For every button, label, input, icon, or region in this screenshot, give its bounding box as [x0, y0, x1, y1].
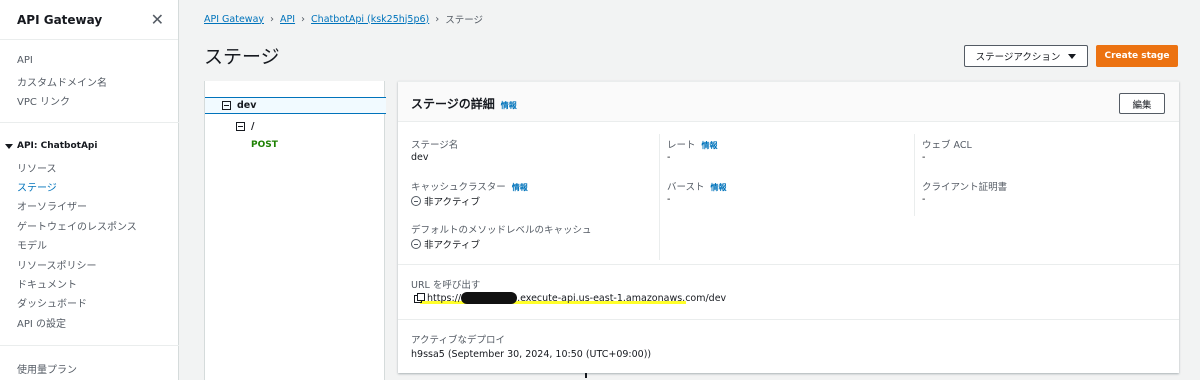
sidebar-title: API Gateway	[17, 12, 103, 27]
stage-actions-button[interactable]: ステージアクション	[964, 45, 1088, 67]
close-icon[interactable]: ✕	[151, 11, 164, 28]
sidebar-divider	[0, 122, 179, 123]
chevron-right-icon: ›	[301, 13, 306, 25]
breadcrumb: API Gateway › API › ChatbotApi (ksk25hj5…	[204, 12, 484, 27]
sidebar-group-api[interactable]: API: ChatbotApi	[5, 141, 97, 151]
tree-node-method[interactable]: POST	[251, 140, 278, 150]
info-link[interactable]: 情報	[711, 183, 727, 192]
column-divider	[914, 134, 915, 216]
rate-label-text: レート	[667, 140, 696, 151]
stage-name-label: ステージ名	[411, 140, 459, 151]
tree-node-stage[interactable]: dev	[222, 100, 256, 111]
sidebar-group-title: API: ChatbotApi	[17, 141, 98, 151]
cache-cluster-label-text: キャッシュクラスター	[411, 182, 506, 193]
invoke-url-row: https:// .execute-api.us-east-1.amazonaw…	[414, 292, 726, 304]
web-acl-label: ウェブ ACL	[922, 140, 972, 151]
edit-button[interactable]: 編集	[1119, 93, 1165, 114]
sidebar: API Gateway ✕ API カスタムドメイン名 VPC リンク API:…	[0, 0, 179, 380]
sidebar-header: API Gateway ✕	[0, 0, 178, 40]
stage-details-header: ステージの詳細 情報 編集	[398, 82, 1179, 122]
cache-cluster-value: 非アクティブ	[411, 194, 480, 208]
sidebar-item-api-settings[interactable]: API の設定	[17, 315, 66, 330]
sidebar-divider	[0, 345, 179, 346]
sidebar-item-api[interactable]: API	[17, 55, 33, 66]
sidebar-item-vpc-links[interactable]: VPC リンク	[17, 93, 70, 108]
sidebar-item-stages[interactable]: ステージ	[17, 179, 57, 194]
collapse-icon[interactable]	[236, 122, 245, 131]
stage-details-title-text: ステージの詳細	[411, 97, 495, 111]
stage-details-panel: ステージの詳細 情報 編集 ステージ名 dev キャッシュクラスター 情報 非アクテ…	[398, 81, 1179, 373]
caret-down-icon	[1068, 53, 1077, 59]
page-title: ステージ	[204, 46, 280, 68]
sidebar-item-authorizers[interactable]: オーソライザー	[17, 198, 87, 213]
section-divider	[398, 264, 1179, 265]
sidebar-item-custom-domains[interactable]: カスタムドメイン名	[17, 74, 107, 89]
breadcrumb-chatbotapi[interactable]: ChatbotApi (ksk25hj5p6)	[311, 14, 429, 25]
caret-down-icon	[5, 143, 13, 149]
burst-value: -	[667, 194, 671, 205]
client-cert-label: クライアント証明書	[922, 182, 1008, 193]
chevron-right-icon: ›	[270, 13, 275, 25]
rate-value: -	[667, 152, 671, 163]
stage-actions-label: ステージアクション	[975, 52, 1061, 63]
sidebar-item-models[interactable]: モデル	[17, 237, 47, 252]
burst-label-text: バースト	[667, 182, 705, 193]
invoke-url-label: URL を呼び出す	[411, 280, 481, 291]
collapse-icon[interactable]	[222, 101, 231, 110]
tree-stage-label: dev	[237, 100, 257, 111]
cache-cluster-label: キャッシュクラスター 情報	[411, 179, 528, 193]
stage-details-title: ステージの詳細 情報	[411, 95, 517, 112]
breadcrumb-current: ステージ	[445, 15, 484, 26]
active-deployment-label: アクティブなデプロイ	[411, 335, 505, 346]
sidebar-item-dashboard[interactable]: ダッシュボード	[17, 295, 87, 310]
redaction-mark	[461, 292, 518, 304]
section-divider	[398, 319, 1179, 320]
rate-label: レート 情報	[667, 137, 718, 151]
copy-icon[interactable]	[414, 293, 425, 303]
info-link[interactable]: 情報	[702, 141, 718, 150]
stage-name-value: dev	[411, 152, 429, 163]
invoke-url-suffix[interactable]: .execute-api.us-east-1.amazonaws.com/dev	[517, 293, 726, 304]
sidebar-item-documentation[interactable]: ドキュメント	[17, 276, 77, 291]
client-cert-value: -	[922, 194, 926, 205]
sidebar-item-gateway-responses[interactable]: ゲートウェイのレスポンス	[17, 218, 137, 233]
create-stage-button[interactable]: Create stage	[1096, 45, 1178, 67]
status-inactive-icon	[411, 239, 421, 249]
active-deployment-value: h9ssa5 (September 30, 2024, 10:50 (UTC+0…	[411, 349, 652, 360]
tree-resource-label: /	[251, 121, 255, 132]
sidebar-item-usage-plans[interactable]: 使用量プラン	[17, 361, 77, 376]
method-cache-value: 非アクティブ	[411, 237, 480, 251]
breadcrumb-api-gateway[interactable]: API Gateway	[204, 14, 264, 25]
breadcrumb-api[interactable]: API	[280, 14, 295, 25]
invoke-url-prefix[interactable]: https://	[427, 293, 461, 304]
stage-tree: dev / POST	[204, 81, 587, 380]
method-cache-status: 非アクティブ	[424, 240, 480, 251]
method-cache-label: デフォルトのメソッドレベルのキャッシュ	[411, 225, 592, 236]
cache-cluster-status: 非アクティブ	[424, 197, 480, 208]
chevron-right-icon: ›	[435, 13, 440, 25]
tree-node-resource[interactable]: /	[236, 121, 254, 132]
column-divider	[659, 134, 660, 260]
info-link[interactable]: 情報	[512, 183, 528, 192]
burst-label: バースト 情報	[667, 179, 727, 193]
sidebar-item-resources[interactable]: リソース	[17, 160, 57, 175]
status-inactive-icon	[411, 196, 421, 206]
web-acl-value: -	[922, 152, 926, 163]
sidebar-item-resource-policy[interactable]: リソースポリシー	[17, 257, 97, 272]
info-link[interactable]: 情報	[501, 101, 517, 110]
